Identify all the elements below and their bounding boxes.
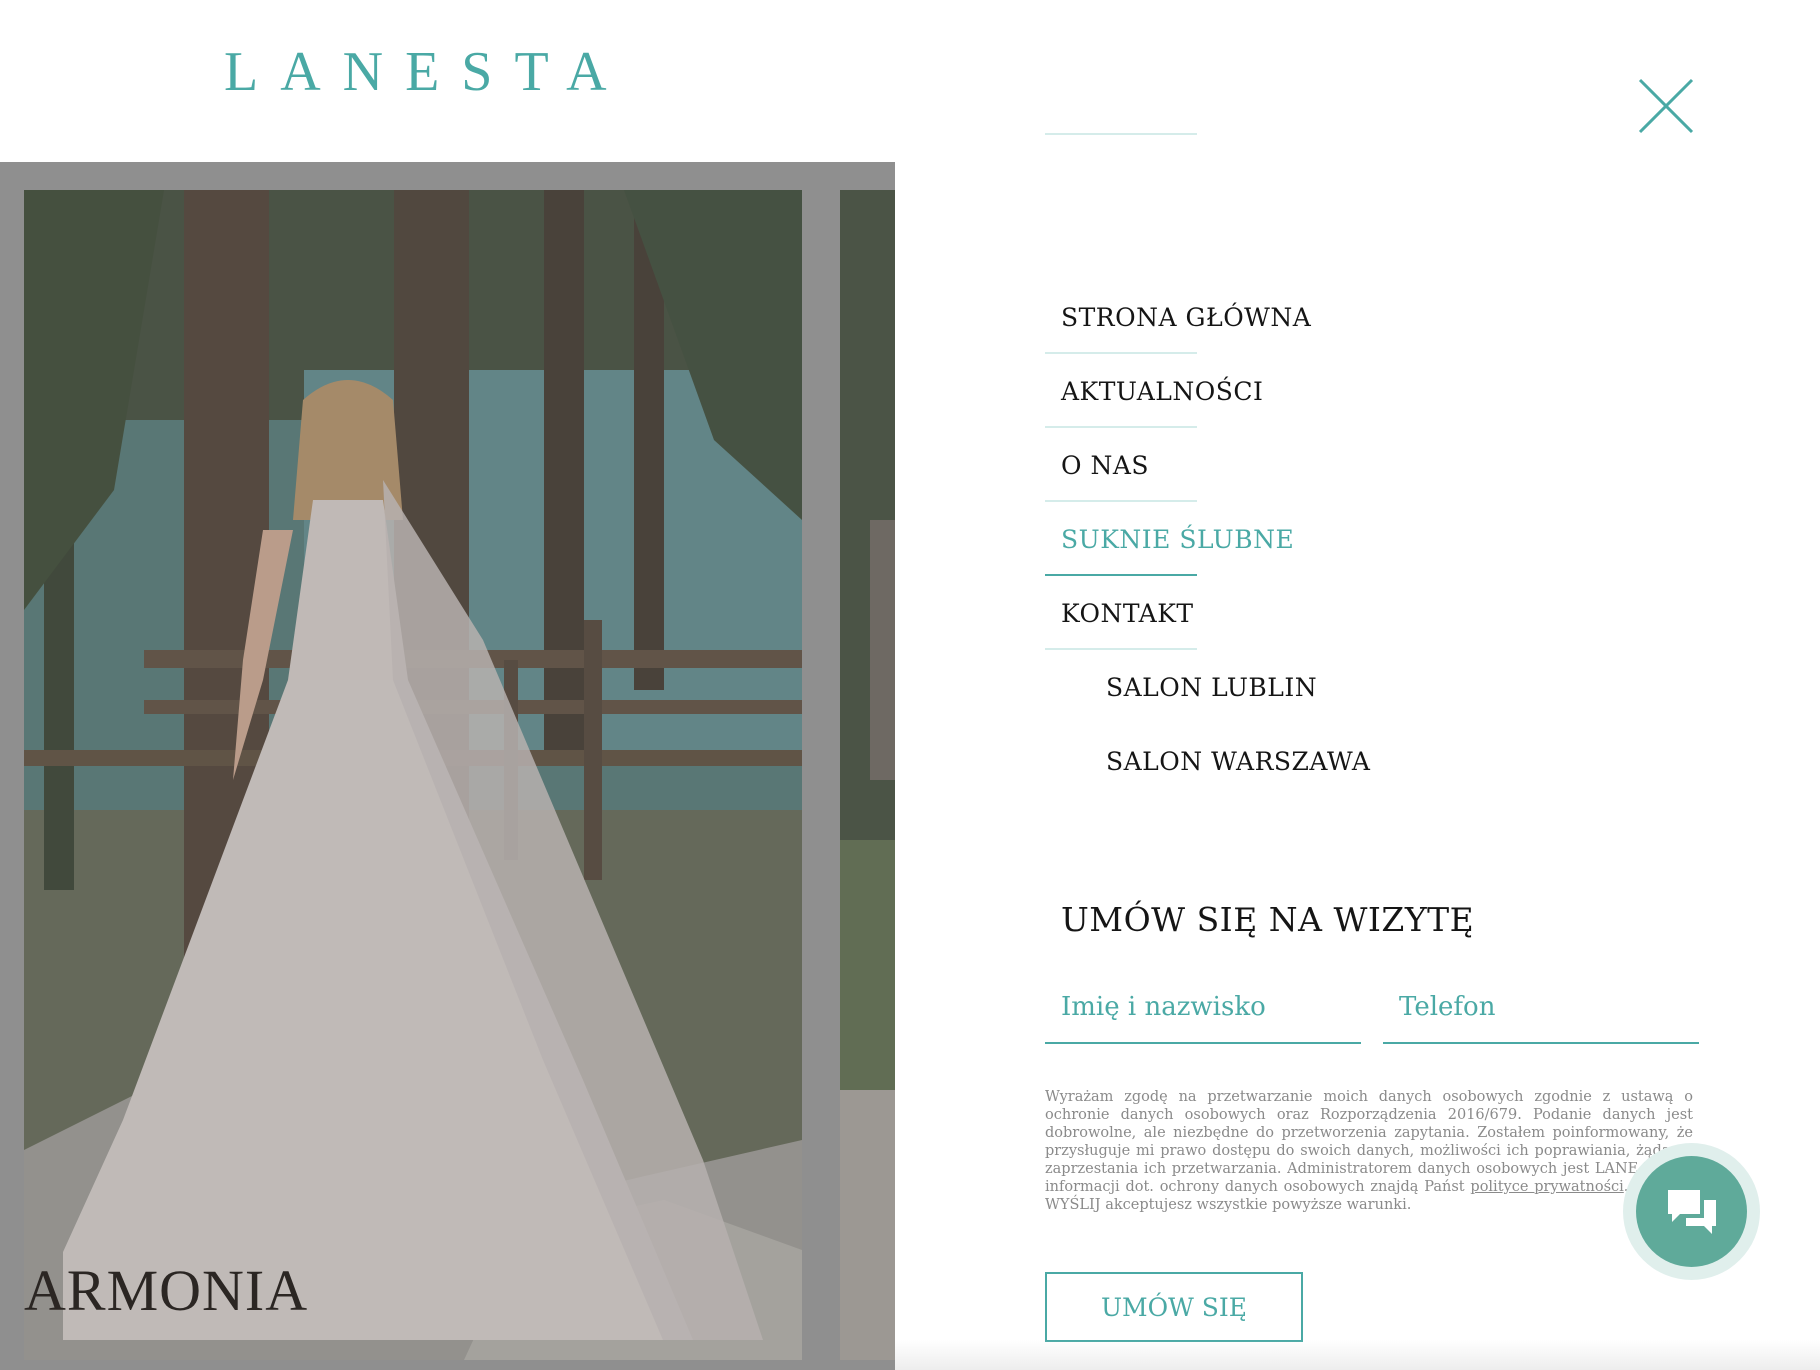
nav-subitem-salon-lublin[interactable]: SALON LUBLIN (1045, 650, 1645, 724)
brand-logo[interactable]: LANESTA (224, 44, 629, 100)
chat-icon (1667, 1189, 1716, 1234)
privacy-policy-link[interactable]: polityce prywatności (1470, 1179, 1623, 1195)
nav-item-label: STRONA GŁÓWNA (1061, 302, 1312, 332)
appointment-form-title: UMÓW SIĘ NA WIZYTĘ (1061, 900, 1475, 939)
nav-item-label: KONTAKT (1061, 598, 1194, 628)
nav-item-label: O NAS (1061, 450, 1149, 480)
nav-item-wedding-dresses[interactable]: SUKNIE ŚLUBNE (1045, 502, 1645, 576)
nav-item-about[interactable]: O NAS (1045, 428, 1645, 502)
nav-item-label: SUKNIE ŚLUBNE (1061, 524, 1295, 554)
photo-dim-overlay (24, 190, 802, 1360)
bottom-scroll-shadow (895, 1340, 1820, 1370)
phone-input-placeholder: Telefon (1399, 992, 1496, 1022)
dress-name-caption: ARMONIA (24, 1258, 309, 1323)
close-icon (1638, 78, 1694, 134)
nav-item-contact[interactable]: KONTAKT (1045, 576, 1645, 650)
close-menu-button[interactable] (1638, 78, 1694, 134)
chat-button-inner (1636, 1156, 1747, 1267)
gdpr-consent-text: Wyrażam zgodę na przetwarzanie moich dan… (1045, 1088, 1693, 1214)
name-input-placeholder: Imię i nazwisko (1061, 992, 1266, 1022)
book-appointment-button[interactable]: UMÓW SIĘ (1045, 1272, 1303, 1342)
consent-text-part-1: Wyrażam zgodę na przetwarzanie moich dan… (1045, 1089, 1693, 1177)
menu-top-divider (1045, 133, 1197, 135)
dress-gallery[interactable]: ARMONIA (0, 162, 895, 1370)
nav-subitem-salon-warszawa[interactable]: SALON WARSZAWA (1045, 724, 1645, 798)
photo-dim-overlay (840, 190, 895, 1360)
nav-subitem-label: SALON LUBLIN (1106, 672, 1318, 702)
gallery-photo-next[interactable] (840, 190, 895, 1360)
chat-widget-button[interactable] (1623, 1143, 1760, 1280)
gallery-photo-main[interactable]: ARMONIA (24, 190, 802, 1360)
main-navigation: STRONA GŁÓWNA AKTUALNOŚCI O NAS SUKNIE Ś… (1045, 280, 1645, 798)
nav-subitem-label: SALON WARSZAWA (1106, 746, 1371, 776)
nav-item-home[interactable]: STRONA GŁÓWNA (1045, 280, 1645, 354)
nav-item-news[interactable]: AKTUALNOŚCI (1045, 354, 1645, 428)
nav-item-label: AKTUALNOŚCI (1061, 376, 1264, 406)
